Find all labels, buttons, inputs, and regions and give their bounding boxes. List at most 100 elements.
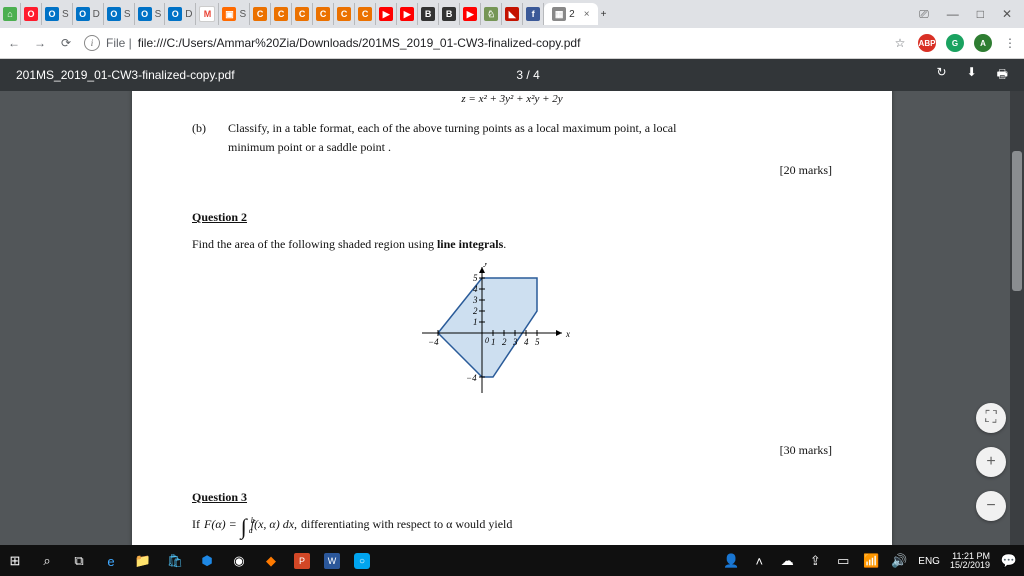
store-icon[interactable]: 🛍: [166, 552, 184, 570]
tab-chegg2[interactable]: C: [271, 3, 292, 25]
language-indicator[interactable]: ENG: [918, 556, 940, 567]
tab-dark1[interactable]: B: [418, 3, 439, 25]
tab-yt3[interactable]: ▶: [460, 3, 481, 25]
windows-taskbar: ⊞ ⌕ ⧉ e 📁 🛍 ⬢ ◉ ◆ P W ○ 👤 ˄ ☁ ⇪ ▭ 📶 🔊 EN…: [0, 545, 1024, 576]
tab-yt2[interactable]: ▶: [397, 3, 418, 25]
search-icon[interactable]: ⌕: [38, 552, 56, 570]
tab-chegg3[interactable]: C: [292, 3, 313, 25]
new-tab-button[interactable]: +: [598, 3, 610, 25]
clock-date: 15/2/2019: [950, 561, 990, 570]
grammarly-extension-icon[interactable]: G: [946, 34, 964, 52]
pdf-page: z = x² + 3y² + x²y + 2y (b) Classify, in…: [132, 91, 892, 545]
window-dropdown-icon[interactable]: ⎚: [919, 7, 929, 22]
tab-fb[interactable]: f: [523, 3, 544, 25]
download-icon[interactable]: ⬇: [967, 65, 977, 86]
svg-text:−4: −4: [428, 337, 439, 347]
svg-text:0: 0: [485, 336, 489, 345]
tab-chegg5[interactable]: C: [334, 3, 355, 25]
forward-button[interactable]: →: [32, 35, 48, 51]
dropbox-tray-icon[interactable]: ⇪: [806, 552, 824, 570]
question-3-text: If F(α) = ∫ b a f(x, α) dx, differentiat…: [192, 515, 832, 534]
cortana-icon[interactable]: ○: [354, 553, 370, 569]
tab-opera[interactable]: O: [21, 3, 42, 25]
battery-icon[interactable]: ▭: [834, 552, 852, 570]
tab-red[interactable]: ◣: [502, 3, 523, 25]
minimize-icon[interactable]: —: [947, 7, 959, 22]
rotate-icon[interactable]: ↻: [937, 65, 947, 86]
reload-button[interactable]: ⟳: [58, 35, 74, 51]
url-file-label: File |: [106, 36, 132, 50]
tab-chegg6[interactable]: C: [355, 3, 376, 25]
question-3-if: If: [192, 515, 200, 534]
window-controls: ⎚ — □ ✕: [907, 7, 1024, 22]
svg-text:3: 3: [512, 337, 518, 347]
maximize-icon[interactable]: □: [977, 7, 984, 22]
tab-current[interactable]: ▦ 2 ×: [544, 3, 597, 25]
tab-outlook5[interactable]: OD: [165, 3, 196, 25]
task-view-icon[interactable]: ⧉: [70, 552, 88, 570]
part-b-line2: minimum point or a saddle point .: [228, 138, 832, 157]
tab-gmail[interactable]: M: [196, 3, 219, 25]
tab-chegg1[interactable]: C: [250, 3, 271, 25]
address-bar[interactable]: i File | file:///C:/Users/Ammar%20Zia/Do…: [84, 35, 882, 51]
svg-text:3: 3: [472, 295, 478, 305]
profile-avatar-icon[interactable]: A: [974, 34, 992, 52]
tab-outlook3[interactable]: OS: [104, 3, 135, 25]
svg-text:2: 2: [502, 337, 507, 347]
file-explorer-icon[interactable]: 📁: [134, 552, 152, 570]
marks-30: [30 marks]: [192, 441, 832, 460]
wifi-icon[interactable]: 📶: [862, 552, 880, 570]
onedrive-icon[interactable]: ☁: [778, 552, 796, 570]
svg-text:1: 1: [491, 337, 496, 347]
avast-icon[interactable]: ◆: [262, 552, 280, 570]
zoom-out-button[interactable]: −: [976, 491, 1006, 521]
tab-outlook2[interactable]: OD: [73, 3, 104, 25]
print-icon[interactable]: 🖶: [997, 65, 1008, 86]
svg-text:4: 4: [524, 337, 529, 347]
start-button[interactable]: ⊞: [6, 552, 24, 570]
page-fragment-top: z = x² + 3y² + x²y + 2y: [192, 91, 832, 109]
pdf-page-indicator[interactable]: 3 / 4: [516, 68, 539, 82]
word-icon[interactable]: W: [324, 553, 340, 569]
zoom-in-button[interactable]: +: [976, 447, 1006, 477]
close-tab-icon[interactable]: ×: [584, 9, 590, 20]
part-b-label: (b): [192, 119, 228, 181]
zoom-controls: ⛶ + −: [976, 403, 1006, 521]
svg-text:4: 4: [473, 284, 478, 294]
chrome-menu-icon[interactable]: ⋮: [1002, 35, 1018, 51]
clock[interactable]: 11:21 PM 15/2/2019: [950, 552, 990, 571]
fit-page-button[interactable]: ⛶: [976, 403, 1006, 433]
info-icon[interactable]: i: [84, 35, 100, 51]
abp-extension-icon[interactable]: ABP: [918, 34, 936, 52]
pdf-viewer[interactable]: z = x² + 3y² + x²y + 2y (b) Classify, in…: [0, 91, 1024, 545]
edge-icon[interactable]: e: [102, 552, 120, 570]
svg-text:5: 5: [473, 273, 478, 283]
svg-text:x: x: [565, 329, 570, 339]
question-3-func: F(α) =: [204, 515, 237, 534]
tab-chegg4[interactable]: C: [313, 3, 334, 25]
question-2-figure: y x 5 4 3 2 1 −4 0 1 2 3 4 5 −4: [192, 263, 832, 423]
tab-home[interactable]: ⌂: [0, 3, 21, 25]
powerpoint-icon[interactable]: P: [294, 553, 310, 569]
dropbox-icon[interactable]: ⬢: [198, 552, 216, 570]
tab-outlook4[interactable]: OS: [135, 3, 166, 25]
scrollbar-thumb[interactable]: [1012, 151, 1022, 291]
question-2-text-pre: Find the area of the following shaded re…: [192, 237, 437, 251]
volume-icon[interactable]: 🔊: [890, 552, 908, 570]
question-3-integrand: f(x, α) dx,: [251, 515, 297, 534]
tab-dark2[interactable]: B: [439, 3, 460, 25]
notifications-icon[interactable]: 💬: [1000, 552, 1018, 570]
viewer-scrollbar[interactable]: [1010, 91, 1024, 545]
tab-yt1[interactable]: ▶: [376, 3, 397, 25]
tab-outlook1[interactable]: OS: [42, 3, 73, 25]
close-icon[interactable]: ✕: [1002, 7, 1012, 22]
back-button[interactable]: ←: [6, 35, 22, 51]
question-2-text: Find the area of the following shaded re…: [192, 235, 832, 254]
people-icon[interactable]: 👤: [722, 552, 740, 570]
bookmark-star-icon[interactable]: ☆: [892, 35, 908, 51]
chrome-icon[interactable]: ◉: [230, 552, 248, 570]
tab-chess[interactable]: ♘: [481, 3, 502, 25]
browser-tab-strip: ⌂ O OS OD OS OS OD M ▣S C C C C C C ▶ ▶ …: [0, 0, 1024, 28]
tab-orange[interactable]: ▣S: [219, 3, 250, 25]
show-hidden-icon[interactable]: ˄: [750, 552, 768, 570]
